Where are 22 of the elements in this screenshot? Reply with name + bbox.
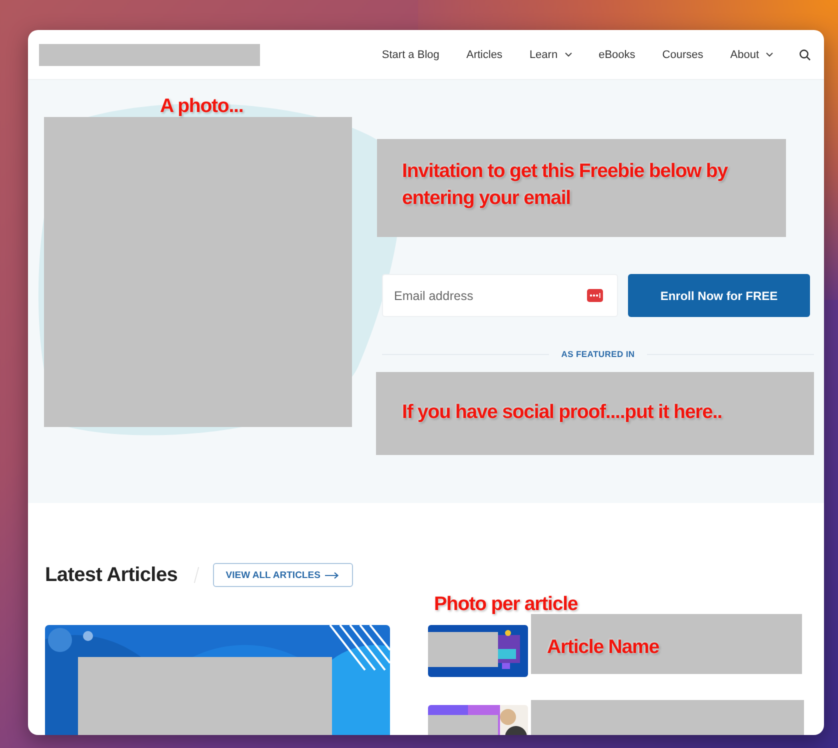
caret-icon [564,52,572,57]
view-all-button[interactable]: VIEW ALL ARTICLES [212,563,353,587]
featured-label: AS FEATURED IN [561,349,635,359]
caret-icon [766,52,773,57]
email-field[interactable]: Email address [382,274,618,317]
nav-link[interactable]: Courses [662,48,704,60]
placeholder-block [428,632,498,667]
annotation-text: If you have social proof....put it here.. [402,400,723,425]
enroll-button[interactable]: Enroll Now for FREE [628,274,810,317]
annotation-text: Photo per article [434,592,578,617]
annotation-text: A photo... [160,94,244,119]
arrow-icon [325,572,340,578]
annotation-text: Article Name [547,635,660,660]
nav-link[interactable]: Learn [529,48,572,60]
search-icon[interactable] [799,48,811,60]
annotation-text: Invitation to get this Freebie below by entering your email [402,159,729,211]
password-manager-icon[interactable] [587,289,603,302]
nav-link[interactable]: eBooks [598,48,636,60]
nav-link[interactable]: Start a Blog [382,48,440,60]
nav-link[interactable]: About [730,48,773,60]
nav-link[interactable]: Articles [466,48,502,60]
section-title: Latest Articles [45,564,178,586]
